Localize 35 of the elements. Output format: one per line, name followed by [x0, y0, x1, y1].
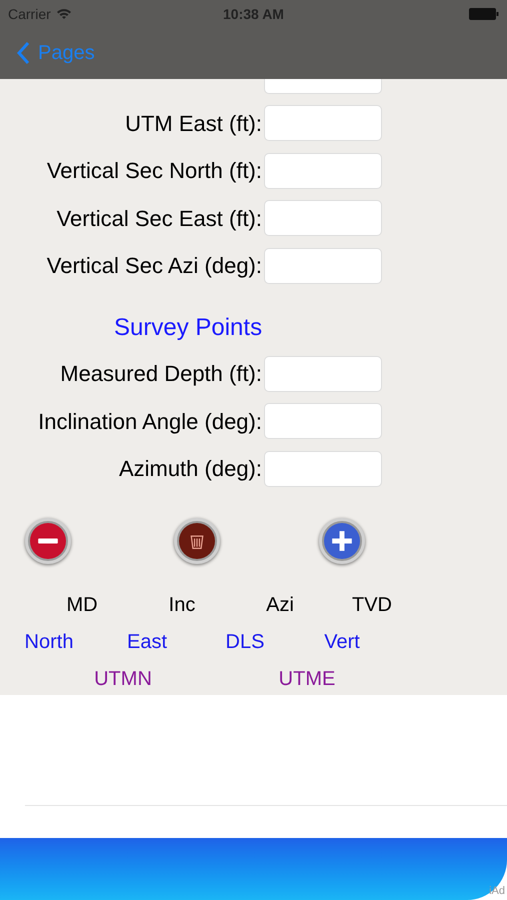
minus-button[interactable]: [25, 518, 71, 564]
column-heading: East: [126, 630, 168, 654]
field-label: Measured Depth (ft):: [59, 360, 262, 388]
field-label: Vertical Sec North (ft):: [46, 157, 262, 185]
back-button[interactable]: Pages: [16, 38, 95, 68]
wifi-icon: [56, 8, 72, 20]
column-heading: DLS: [226, 630, 264, 654]
field-label: Vertical Sec East (ft):: [56, 204, 262, 232]
plus-button[interactable]: [319, 518, 365, 564]
column-heading: MD: [66, 592, 98, 618]
column-heading: Vert: [324, 630, 360, 654]
carrier-label: Carrier: [8, 4, 51, 24]
input-field[interactable]: [264, 79, 382, 94]
trash-button[interactable]: [174, 518, 220, 564]
column-heading: North: [24, 630, 74, 654]
column-heading: Azi: [266, 592, 294, 618]
column-heading: TVD: [352, 592, 392, 618]
section-title: Survey Points: [114, 312, 262, 342]
input-field[interactable]: [264, 356, 382, 392]
input-field[interactable]: [264, 105, 382, 141]
status-time: 10:38 AM: [223, 4, 284, 24]
input-field[interactable]: [264, 152, 382, 188]
field-label: Azimuth (deg):: [118, 455, 262, 483]
input-field[interactable]: [264, 450, 382, 486]
column-heading: UTMN: [94, 666, 152, 692]
field-label: Vertical Sec Azi (deg):: [46, 252, 262, 280]
column-heading: UTME: [278, 666, 336, 692]
chevron-left-icon: [16, 41, 30, 65]
input-field[interactable]: [264, 403, 382, 439]
input-field[interactable]: [264, 248, 382, 284]
input-field[interactable]: [264, 200, 382, 236]
field-label: Inclination Angle (deg):: [37, 408, 262, 436]
column-heading: Inc: [168, 592, 196, 618]
battery-icon: [469, 8, 499, 20]
field-label: UTM East (ft):: [124, 110, 262, 138]
